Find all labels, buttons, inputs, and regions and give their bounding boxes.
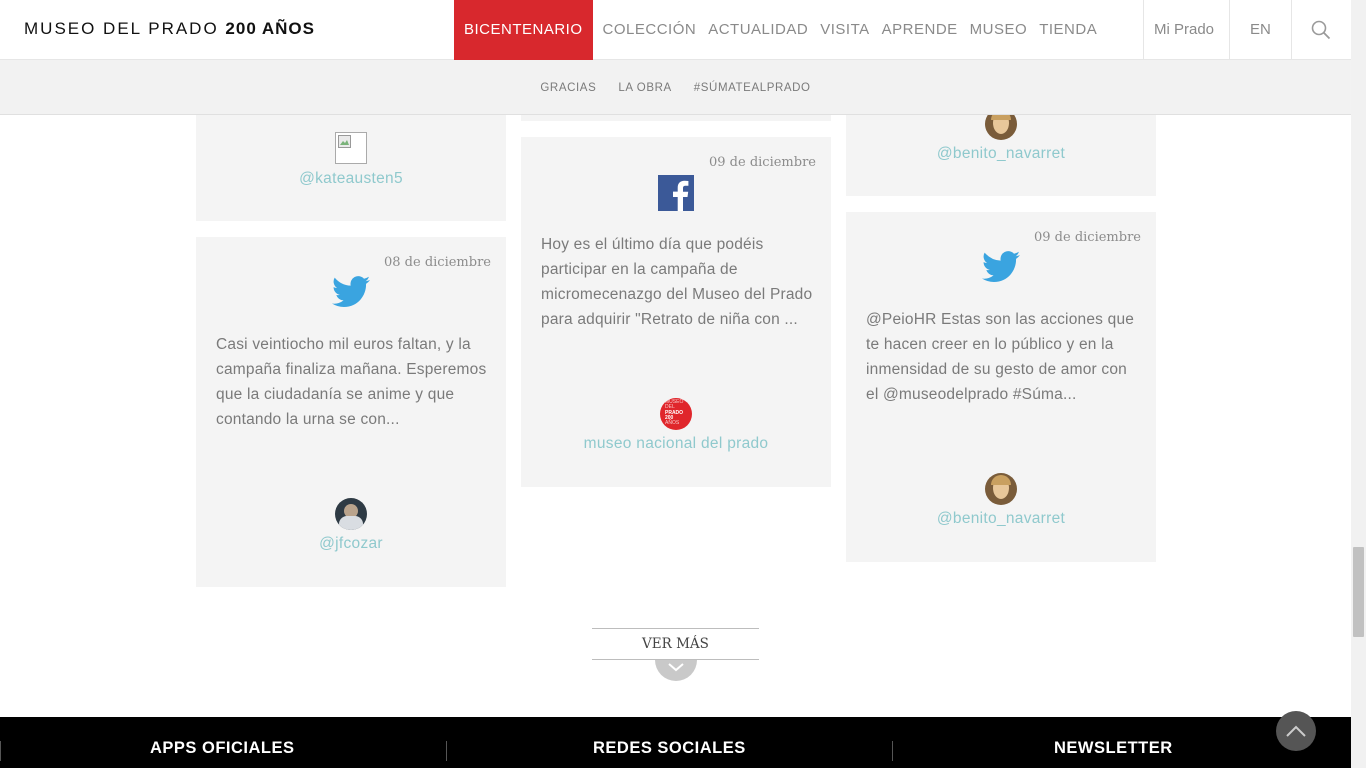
- avatar: [335, 498, 367, 530]
- back-to-top-button[interactable]: [1276, 711, 1316, 751]
- card-date: 09 de diciembre: [1034, 230, 1141, 245]
- nav-museo[interactable]: MUSEO: [965, 0, 1033, 60]
- search-button[interactable]: [1292, 0, 1350, 60]
- social-card-museo-del-prado[interactable]: 09 de diciembre Hoy es el último día que…: [521, 137, 831, 487]
- nav-actualidad[interactable]: ACTUALIDAD: [703, 0, 813, 60]
- card-author[interactable]: @benito_navarret: [846, 145, 1156, 163]
- museo-prado-200-logo-avatar: MUSEO DEL PRADO 200 AÑOS: [660, 398, 692, 430]
- brand-logo[interactable]: MUSEO DEL PRADO 200 AÑOS: [24, 19, 315, 39]
- card-date: 09 de diciembre: [709, 155, 816, 170]
- scrollbar-track[interactable]: [1351, 0, 1366, 768]
- nav-aprende[interactable]: APRENDE: [877, 0, 963, 60]
- search-icon: [1311, 20, 1331, 40]
- card-text: Hoy es el último día que podéis particip…: [541, 236, 813, 328]
- avatar: [985, 473, 1017, 505]
- chevron-up-icon: [1286, 725, 1306, 737]
- social-card-benito-navarret[interactable]: 09 de diciembre @PeioHR Estas son las ac…: [846, 212, 1156, 562]
- footer-apps-oficiales[interactable]: APPS OFICIALES: [150, 739, 295, 758]
- twitter-icon: [332, 276, 370, 308]
- mi-prado-link[interactable]: Mi Prado: [1154, 0, 1214, 60]
- nav-coleccion[interactable]: COLECCIÓN: [598, 0, 702, 60]
- footer-divider: [446, 741, 447, 761]
- footer-redes-sociales[interactable]: REDES SOCIALES: [593, 739, 746, 758]
- nav-divider: [1143, 0, 1144, 60]
- subnav-gracias[interactable]: GRACIAS: [529, 82, 607, 94]
- nav-tienda[interactable]: TIENDA: [1034, 0, 1102, 60]
- broken-image-icon: [335, 132, 367, 164]
- subnav-la-obra[interactable]: LA OBRA: [607, 82, 682, 94]
- nav-visita[interactable]: VISITA: [815, 0, 874, 60]
- card-date: 08 de diciembre: [384, 255, 491, 270]
- footer-divider: [0, 741, 1, 761]
- social-card-kateausten5[interactable]: @kateausten5: [196, 100, 506, 221]
- twitter-icon: [982, 251, 1020, 283]
- nav-divider: [1229, 0, 1230, 60]
- facebook-icon: [658, 175, 694, 211]
- top-navigation-bar: MUSEO DEL PRADO 200 AÑOS BICENTENARIO CO…: [0, 0, 1351, 60]
- card-author[interactable]: @jfcozar: [196, 535, 506, 553]
- footer-newsletter[interactable]: NEWSLETTER: [1054, 739, 1173, 758]
- nav-bicentenario[interactable]: BICENTENARIO: [454, 0, 593, 60]
- sub-navigation-bar: GRACIAS LA OBRA #SÚMATEALPRADO: [0, 60, 1351, 115]
- subnav-sumatealprado[interactable]: #SÚMATEALPRADO: [683, 82, 822, 94]
- card-author[interactable]: @benito_navarret: [846, 510, 1156, 528]
- scrollbar-thumb[interactable]: [1353, 547, 1364, 637]
- footer: APPS OFICIALES REDES SOCIALES NEWSLETTER: [0, 717, 1351, 768]
- brand-name: MUSEO DEL PRADO: [24, 19, 219, 38]
- main-nav: BICENTENARIO COLECCIÓN ACTUALIDAD VISITA…: [454, 0, 1102, 60]
- card-author[interactable]: museo nacional del prado: [521, 435, 831, 453]
- ver-mas-button[interactable]: VER MÁS: [592, 628, 759, 660]
- social-card-jfcozar[interactable]: 08 de diciembre Casi veintiocho mil euro…: [196, 237, 506, 587]
- card-text: @PeioHR Estas son las acciones que te ha…: [866, 311, 1135, 403]
- language-switch[interactable]: EN: [1250, 0, 1271, 60]
- card-text: Casi veintiocho mil euros faltan, y la c…: [216, 336, 487, 428]
- footer-divider: [892, 741, 893, 761]
- brand-200-anos: 200 AÑOS: [225, 19, 315, 38]
- card-author[interactable]: @kateausten5: [196, 170, 506, 188]
